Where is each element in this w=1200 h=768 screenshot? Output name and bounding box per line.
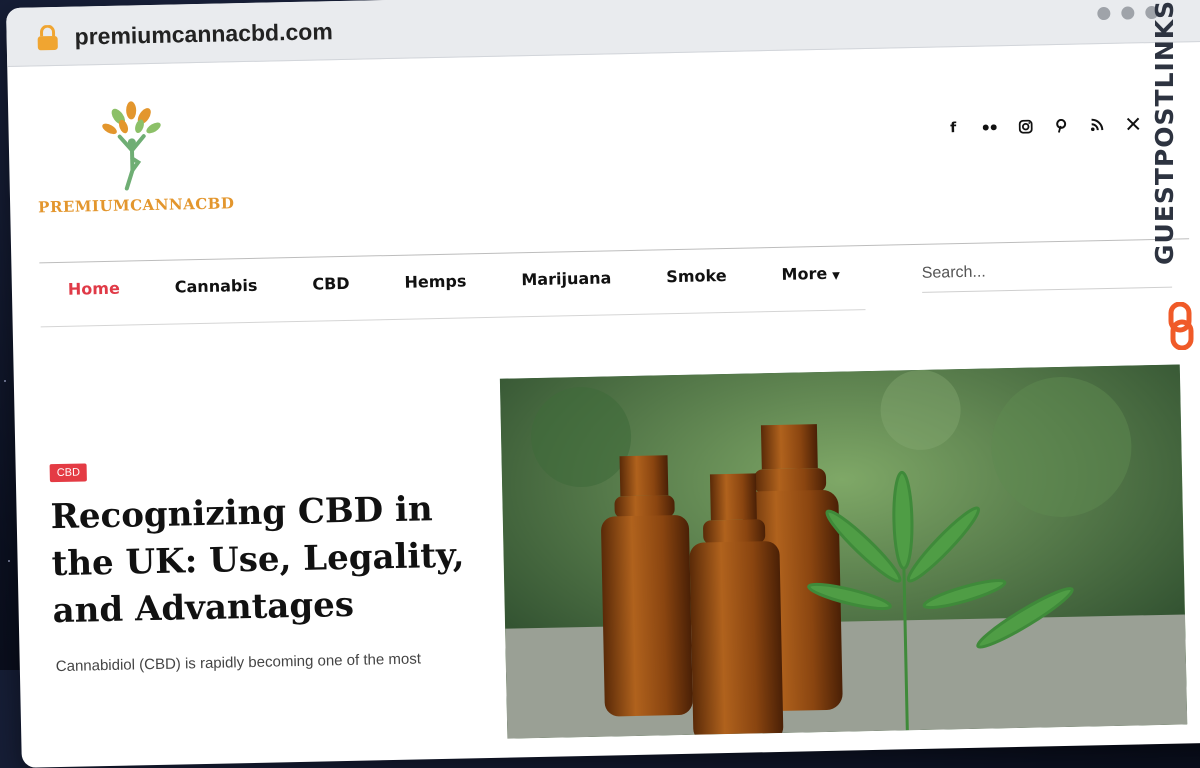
link-chain-icon [1168,302,1194,350]
cbd-bottles-photo [499,364,1188,739]
site-logo[interactable]: PREMIUMCANNACBD [36,98,235,217]
nav-item-marijuana[interactable]: Marijuana [521,268,611,289]
tree-figure-logo-icon [102,101,161,191]
main-nav: Home Cannabis CBD Hemps Marijuana Smoke … [40,262,895,299]
search-input[interactable] [921,250,1173,293]
featured-article-title[interactable]: Recognizing CBD in the UK: Use, Legality… [50,485,493,635]
guestpostlinks-watermark: GUESTPOSTLINKS [1150,0,1179,265]
star [8,560,10,562]
pinterest-icon[interactable] [1053,117,1070,134]
nav-item-home[interactable]: Home [68,279,120,299]
caret-down-icon: ▼ [832,270,841,282]
nav-item-cannabis[interactable]: Cannabis [175,276,258,297]
facebook-icon[interactable]: f [945,119,962,136]
featured-article-excerpt: Cannabidiol (CBD) is rapidly becoming on… [55,650,422,676]
nav-item-hemps[interactable]: Hemps [404,271,466,291]
address-bar-url[interactable]: premiumcannacbd.com [74,18,333,50]
nav-item-more[interactable]: More ▼ [781,264,840,284]
browser-window: premiumcannacbd.com PREMIUMCANNACBD f Ho… [6,0,1200,768]
web-page: PREMIUMCANNACBD f Home Cannabis CBD Hemp… [7,41,1200,767]
flickr-icon[interactable] [981,118,998,135]
nav-item-more-label: More [781,263,828,284]
nav-item-cbd[interactable]: CBD [312,274,350,294]
logo-text: PREMIUMCANNACBD [37,194,235,217]
featured-image[interactable] [499,364,1188,739]
nav-divider-bottom [40,309,866,328]
instagram-icon[interactable] [1017,118,1034,135]
nav-item-smoke[interactable]: Smoke [666,266,727,286]
social-links: f [945,115,1142,136]
x-icon[interactable] [1124,115,1141,132]
rss-icon[interactable] [1089,116,1106,133]
lock-icon [37,24,58,51]
window-dot-button[interactable] [1097,6,1111,21]
window-dot-button[interactable] [1121,6,1135,20]
category-badge[interactable]: CBD [49,463,88,483]
star [4,380,6,382]
